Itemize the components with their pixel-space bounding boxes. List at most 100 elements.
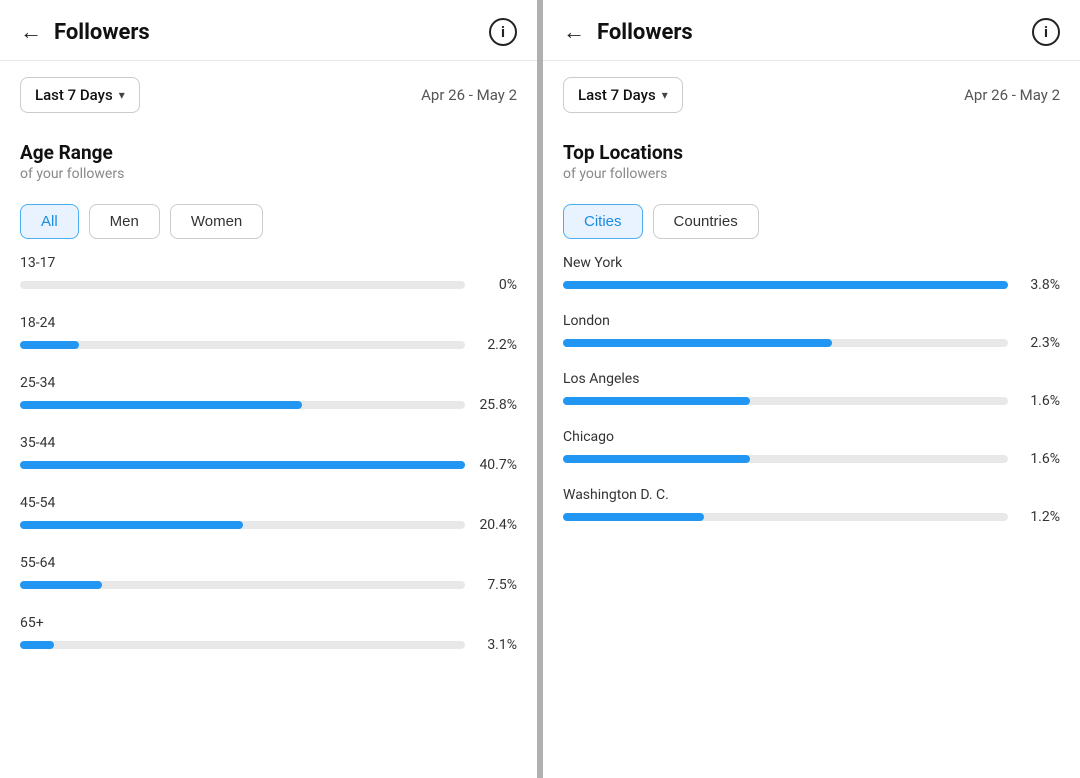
location-bar-row: Chicago 1.6% [563, 429, 1060, 467]
location-label: Washington D. C. [563, 487, 1060, 503]
age-bar-bg [20, 461, 465, 469]
location-bar-bg [563, 455, 1008, 463]
location-bar-bg [563, 281, 1008, 289]
location-bar-pct: 3.8% [1018, 277, 1060, 293]
age-bar-row: 25-34 25.8% [20, 375, 517, 413]
age-label: 65+ [20, 615, 517, 631]
age-bar-fill [20, 341, 79, 349]
age-label: 25-34 [20, 375, 517, 391]
tab-all[interactable]: All [20, 204, 79, 239]
left-chart-area: 13-17 0% 18-24 2.2% 25-34 25.8% [0, 255, 537, 778]
location-bar-track: 1.6% [563, 393, 1060, 409]
age-bar-track: 3.1% [20, 637, 517, 653]
age-bar-row: 18-24 2.2% [20, 315, 517, 353]
age-bar-pct: 40.7% [475, 457, 517, 473]
left-date-dropdown[interactable]: Last 7 Days ▾ [20, 77, 140, 113]
right-section-title: Top Locations [543, 123, 1080, 166]
location-bar-fill [563, 455, 750, 463]
location-bar-pct: 1.6% [1018, 393, 1060, 409]
tab-cities[interactable]: Cities [563, 204, 643, 239]
right-chevron-icon: ▾ [662, 88, 668, 102]
location-label: Chicago [563, 429, 1060, 445]
age-bar-track: 7.5% [20, 577, 517, 593]
location-bar-bg [563, 339, 1008, 347]
left-dropdown-label: Last 7 Days [35, 86, 113, 104]
age-label: 45-54 [20, 495, 517, 511]
right-panel: ← Followers i Last 7 Days ▾ Apr 26 - May… [543, 0, 1080, 778]
left-back-button[interactable]: ← [20, 19, 42, 45]
location-bar-fill [563, 281, 1008, 289]
location-bar-fill [563, 513, 704, 521]
age-bar-bg [20, 281, 465, 289]
left-title: Followers [54, 20, 489, 45]
age-bar-row: 45-54 20.4% [20, 495, 517, 533]
tab-women[interactable]: Women [170, 204, 263, 239]
age-bar-pct: 3.1% [475, 637, 517, 653]
left-chevron-icon: ▾ [119, 88, 125, 102]
age-bar-track: 40.7% [20, 457, 517, 473]
left-info-button[interactable]: i [489, 18, 517, 46]
location-bar-bg [563, 397, 1008, 405]
right-info-button[interactable]: i [1032, 18, 1060, 46]
age-bar-fill [20, 461, 465, 469]
age-bar-bg [20, 341, 465, 349]
age-label: 13-17 [20, 255, 517, 271]
left-tab-row: All Men Women [0, 196, 537, 255]
location-bar-track: 1.6% [563, 451, 1060, 467]
location-bar-row: London 2.3% [563, 313, 1060, 351]
age-bar-track: 20.4% [20, 517, 517, 533]
age-label: 55-64 [20, 555, 517, 571]
right-back-button[interactable]: ← [563, 19, 585, 45]
left-header: ← Followers i [0, 0, 537, 61]
location-bar-track: 3.8% [563, 277, 1060, 293]
right-date-dropdown[interactable]: Last 7 Days ▾ [563, 77, 683, 113]
age-bar-row: 13-17 0% [20, 255, 517, 293]
location-bar-row: Los Angeles 1.6% [563, 371, 1060, 409]
age-bar-track: 25.8% [20, 397, 517, 413]
location-bar-track: 1.2% [563, 509, 1060, 525]
right-tab-row: Cities Countries [543, 196, 1080, 255]
age-bar-pct: 25.8% [475, 397, 517, 413]
location-label: Los Angeles [563, 371, 1060, 387]
age-bar-track: 0% [20, 277, 517, 293]
location-bar-fill [563, 397, 750, 405]
age-bar-fill [20, 641, 54, 649]
age-bar-row: 55-64 7.5% [20, 555, 517, 593]
age-label: 35-44 [20, 435, 517, 451]
left-filter-row: Last 7 Days ▾ Apr 26 - May 2 [0, 61, 537, 123]
tab-countries[interactable]: Countries [653, 204, 759, 239]
age-bar-bg [20, 581, 465, 589]
location-bar-pct: 1.6% [1018, 451, 1060, 467]
location-label: London [563, 313, 1060, 329]
age-bar-bg [20, 521, 465, 529]
left-panel: ← Followers i Last 7 Days ▾ Apr 26 - May… [0, 0, 543, 778]
age-label: 18-24 [20, 315, 517, 331]
left-section-subtitle: of your followers [0, 166, 537, 196]
right-chart-area: New York 3.8% London 2.3% Los Angeles [543, 255, 1080, 778]
location-bar-track: 2.3% [563, 335, 1060, 351]
age-bar-pct: 2.2% [475, 337, 517, 353]
age-bar-fill [20, 401, 302, 409]
tab-men[interactable]: Men [89, 204, 160, 239]
location-bar-row: New York 3.8% [563, 255, 1060, 293]
location-bar-pct: 1.2% [1018, 509, 1060, 525]
age-bar-row: 35-44 40.7% [20, 435, 517, 473]
left-section-title: Age Range [0, 123, 537, 166]
location-bar-fill [563, 339, 832, 347]
right-title: Followers [597, 20, 1032, 45]
right-date-range: Apr 26 - May 2 [964, 86, 1060, 104]
right-dropdown-label: Last 7 Days [578, 86, 656, 104]
location-bar-row: Washington D. C. 1.2% [563, 487, 1060, 525]
location-label: New York [563, 255, 1060, 271]
left-date-range: Apr 26 - May 2 [421, 86, 517, 104]
age-bar-bg [20, 401, 465, 409]
age-bar-fill [20, 581, 102, 589]
location-bar-pct: 2.3% [1018, 335, 1060, 351]
right-header: ← Followers i [543, 0, 1080, 61]
age-bar-row: 65+ 3.1% [20, 615, 517, 653]
age-bar-track: 2.2% [20, 337, 517, 353]
age-bar-fill [20, 521, 243, 529]
right-section-subtitle: of your followers [543, 166, 1080, 196]
age-bar-pct: 0% [475, 277, 517, 293]
location-bar-bg [563, 513, 1008, 521]
